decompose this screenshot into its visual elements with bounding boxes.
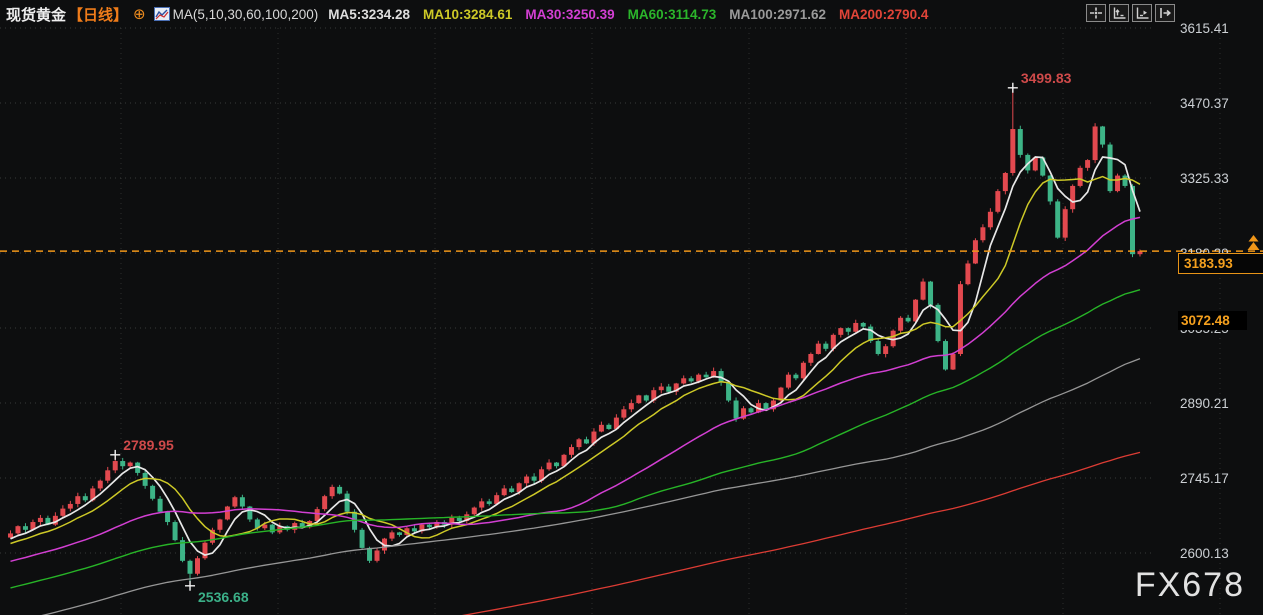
ma60-value: MA60:3114.73 <box>628 7 717 22</box>
axis-tick-label: 2600.13 <box>1180 546 1255 561</box>
chart-toolbar <box>1086 4 1175 22</box>
scale-axis-button[interactable] <box>1109 4 1129 22</box>
ma5-value: MA5:3234.28 <box>328 7 410 22</box>
symbol-title: 现货黄金 <box>6 4 66 25</box>
indicator-chart-icon[interactable] <box>154 7 170 21</box>
low-price-annotation: 2536.68 <box>198 589 249 605</box>
axis-tick-label: 3615.41 <box>1180 21 1255 36</box>
fit-screen-button[interactable] <box>1086 4 1106 22</box>
scroll-to-latest-icon[interactable] <box>1245 234 1262 257</box>
ma30-value: MA30:3250.39 <box>525 7 614 22</box>
ma10-value: MA10:3284.61 <box>423 7 512 22</box>
ma-settings-label: MA(5,10,30,60,100,200) <box>173 7 319 22</box>
high-price-annotation: 3499.83 <box>1021 70 1072 86</box>
ma200-value: MA200:2790.4 <box>839 7 928 22</box>
globe-plus-icon[interactable]: ⊕ <box>133 5 146 23</box>
chart-window: 现货黄金 【日线】 ⊕ MA(5,10,30,60,100,200) MA5:3… <box>0 0 1263 615</box>
pan-to-latest-button[interactable] <box>1155 4 1175 22</box>
timeframe-label[interactable]: 【日线】 <box>68 4 128 25</box>
ma100-value: MA100:2971.62 <box>729 7 826 22</box>
secondary-price-tag: 3072.48 <box>1178 311 1247 330</box>
axis-tick-label: 3325.33 <box>1180 171 1255 186</box>
chart-header: 现货黄金 【日线】 ⊕ MA(5,10,30,60,100,200) MA5:3… <box>6 3 941 25</box>
candlestick-chart-canvas[interactable] <box>0 0 1263 615</box>
auto-scroll-button[interactable] <box>1132 4 1152 22</box>
fx678-watermark: FX678 <box>1135 566 1245 605</box>
axis-tick-label: 3470.37 <box>1180 96 1255 111</box>
axis-tick-label: 2745.17 <box>1180 471 1255 486</box>
axis-tick-label: 2890.21 <box>1180 396 1255 411</box>
left-peak-annotation: 2789.95 <box>123 437 174 453</box>
